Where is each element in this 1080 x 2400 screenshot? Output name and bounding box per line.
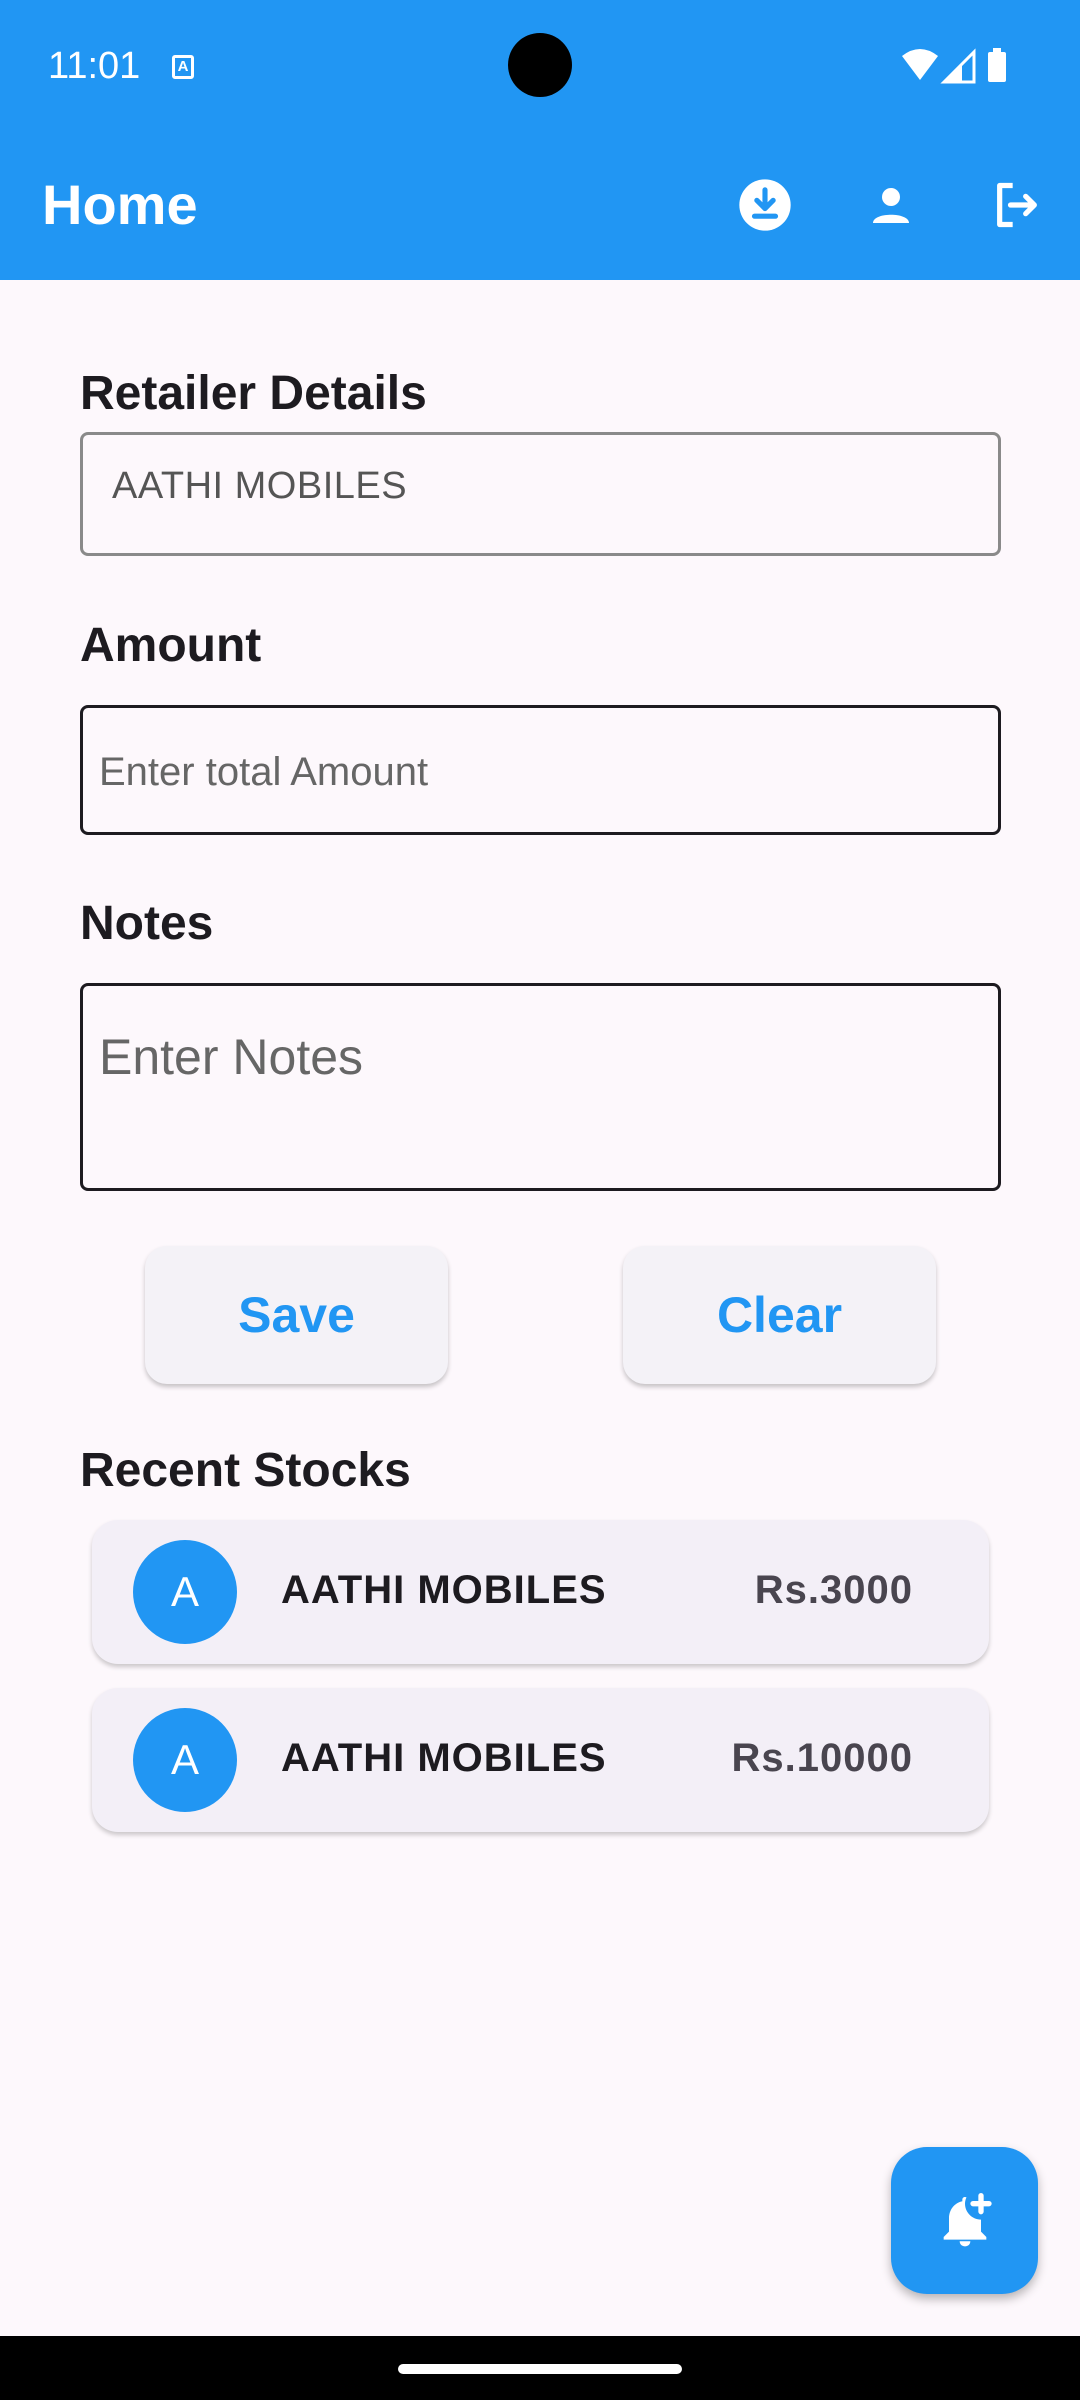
clear-button[interactable]: Clear	[623, 1246, 936, 1384]
save-button[interactable]: Save	[145, 1246, 448, 1384]
stock-retailer-name: AATHI MOBILES	[281, 1736, 607, 1780]
add-notification-button[interactable]	[891, 2147, 1038, 2294]
avatar: A	[133, 1708, 237, 1812]
notes-label: Notes	[80, 897, 214, 950]
page-title: Home	[42, 173, 198, 236]
amount-placeholder: Enter total Amount	[99, 750, 429, 794]
stock-amount: Rs.3000	[754, 1568, 913, 1612]
download-icon	[739, 179, 791, 231]
stock-retailer-name: AATHI MOBILES	[281, 1568, 607, 1612]
avatar: A	[133, 1540, 237, 1644]
person-icon	[873, 188, 909, 223]
retailer-details-label: Retailer Details	[80, 367, 427, 420]
status-bar: 11:01 A	[0, 0, 1080, 130]
list-item[interactable]: A AATHI MOBILES Rs.10000	[92, 1688, 989, 1832]
home-indicator[interactable]	[398, 2364, 682, 2374]
wifi-icon	[902, 49, 938, 80]
retailer-value: AATHI MOBILES	[112, 465, 408, 507]
notes-placeholder: Enter Notes	[99, 1029, 364, 1085]
retailer-field[interactable]: AATHI MOBILES	[80, 432, 1001, 556]
camera-cutout	[508, 33, 572, 97]
recent-stocks-title: Recent Stocks	[80, 1444, 411, 1497]
battery-icon	[988, 48, 1006, 82]
stock-amount: Rs.10000	[731, 1736, 913, 1780]
amount-input[interactable]: Enter total Amount	[80, 705, 1001, 835]
a-icon: A	[172, 55, 194, 79]
signal-icon	[940, 48, 976, 84]
navigation-bar	[0, 2336, 1080, 2400]
app-bar: Home	[0, 130, 1080, 280]
amount-label: Amount	[80, 619, 262, 672]
notes-input[interactable]: Enter Notes	[80, 983, 1001, 1191]
status-time: 11:01	[48, 45, 141, 87]
status-icons	[900, 48, 1010, 84]
logout-icon	[997, 182, 1037, 228]
logout-button[interactable]	[972, 160, 1062, 250]
download-button[interactable]	[720, 160, 810, 250]
profile-button[interactable]	[846, 160, 936, 250]
list-item[interactable]: A AATHI MOBILES Rs.3000	[92, 1520, 989, 1664]
notification-add-icon	[943, 2192, 992, 2246]
